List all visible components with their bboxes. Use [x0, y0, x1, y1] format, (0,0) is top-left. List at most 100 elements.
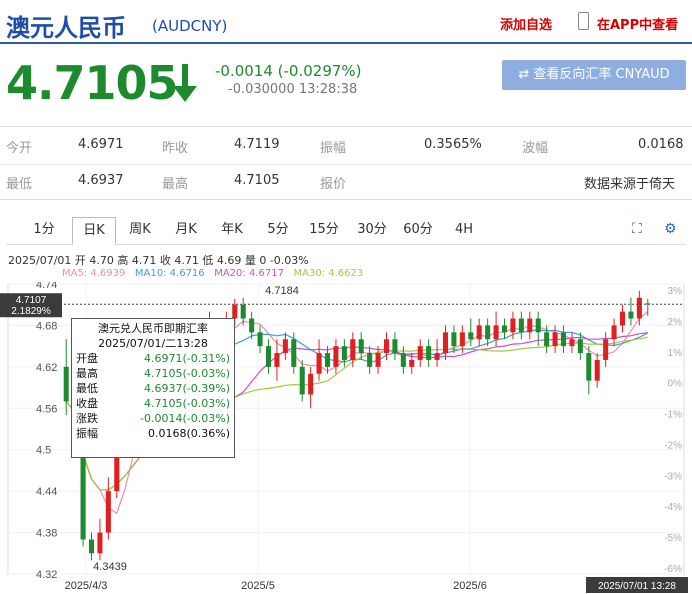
open-value: 4.6971: [78, 137, 124, 152]
candle-info-line: 2025/07/01 开 4.70 高 4.71 收 4.71 低 4.69 量…: [8, 254, 309, 267]
tab-monthly[interactable]: 月K: [166, 217, 206, 245]
candle-body: [265, 346, 272, 367]
candle-body: [560, 332, 567, 347]
currency-pair-name: 澳元人民币: [6, 14, 126, 42]
candle-body: [417, 346, 423, 360]
current-pct-label: 2.1829%: [11, 306, 51, 317]
min-label: 4.3439: [93, 561, 127, 573]
pct-tick-label: 3%: [668, 286, 683, 297]
pct-tick-label: 2%: [668, 317, 683, 328]
high-value: 4.7105: [234, 173, 280, 188]
view-in-app-link[interactable]: 在APP中查看: [597, 14, 678, 33]
tooltip-value: 4.6937(-0.39%): [144, 382, 230, 395]
candle-body: [367, 353, 373, 367]
candle-body: [409, 359, 415, 367]
candle-body: [341, 346, 347, 360]
candle-body: [527, 318, 533, 333]
quote-table: 今开 4.6971 昨收 4.7119 振幅 0.3565% 波幅 0.0168…: [0, 126, 692, 200]
period-tabs: 1分 日K 周K 月K 年K 5分 15分 30分 60分 4H ⛶ ⚙: [6, 217, 686, 245]
ma30-label: MA30: 4.6623: [293, 268, 364, 279]
candle-body: [636, 297, 642, 319]
low-label: 最低: [6, 177, 33, 192]
candle-body: [485, 325, 491, 340]
fullscreen-icon[interactable]: ⛶: [632, 221, 642, 237]
down-arrow-icon: [173, 64, 197, 102]
pct-tick-label: 1%: [668, 348, 683, 359]
candle-body: [358, 339, 364, 354]
ma-legend: MA5: 4.6939 MA10: 4.6716 MA20: 4.6717 MA…: [62, 268, 363, 279]
data-source: 数据来源于倚天: [584, 177, 676, 192]
tooltip-row: 涨跌 -0.0014(-0.03%): [76, 411, 230, 426]
current-price-label: 4.7107: [16, 295, 47, 306]
tooltip-date: 2025/07/01/二13:28: [98, 337, 208, 350]
ohlc-tooltip: 澳元兑人民币即期汇率 2025/07/01/二13:28 开盘 4.6971(-0…: [71, 318, 235, 458]
tooltip-key: 涨跌: [76, 412, 98, 425]
pct-tick-label: -6%: [664, 564, 682, 575]
candle-body: [510, 318, 516, 333]
tab-15min[interactable]: 15分: [304, 217, 344, 245]
prev-close-value: 4.7119: [234, 137, 280, 152]
candle-body: [518, 318, 524, 333]
candle-body: [594, 359, 600, 381]
tooltip-row: 收盘 4.7105(-0.03%): [76, 396, 230, 411]
candle-body: [383, 339, 390, 354]
tooltip-value: -0.0014(-0.03%): [140, 412, 230, 425]
candle-body: [63, 366, 69, 402]
tab-60min[interactable]: 60分: [398, 217, 438, 245]
candle-body: [577, 339, 583, 354]
candle-body: [628, 311, 634, 319]
ma5-label: MA5: 4.6939: [62, 268, 126, 279]
add-watchlist-link[interactable]: 添加自选: [500, 14, 552, 33]
candle-body: [316, 353, 322, 374]
currency-pair-code: (AUDCNY): [152, 17, 228, 35]
candle-body: [603, 339, 609, 360]
candle-body: [434, 353, 440, 360]
candle-body: [586, 353, 592, 381]
tab-weekly[interactable]: 周K: [120, 217, 160, 245]
tab-daily[interactable]: 日K: [72, 217, 116, 245]
candle-body: [232, 304, 238, 319]
candle-body: [476, 325, 482, 340]
pct-tick-label: -1%: [664, 410, 682, 421]
tab-30min[interactable]: 30分: [352, 217, 392, 245]
time-label: 2025/07/01 13:28: [598, 581, 676, 592]
tab-4h[interactable]: 4H: [444, 217, 484, 245]
candle-body: [308, 373, 314, 395]
candle-body: [291, 339, 297, 367]
candle-body: [392, 339, 398, 354]
wave-value: 0.0168: [638, 137, 684, 152]
tooltip-key: 开盘: [76, 352, 98, 365]
y-tick-label: 4.5: [36, 445, 51, 457]
candle-body: [611, 325, 617, 340]
x-tick-label: 2025/4/3: [65, 580, 108, 592]
tooltip-value: 4.7105(-0.03%): [144, 397, 230, 410]
settings-icon[interactable]: ⚙: [664, 221, 677, 237]
ma10-label: MA10: 4.6716: [134, 268, 205, 279]
candle-body: [299, 366, 305, 395]
candle-body: [324, 353, 331, 367]
candle-body: [97, 532, 103, 554]
candle-body: [493, 325, 499, 340]
candle-body: [569, 339, 575, 347]
y-tick-label: 4.32: [36, 569, 57, 581]
candle-body: [552, 332, 558, 347]
tooltip-row: 振幅 0.0168(0.36%): [76, 426, 230, 441]
candle-body: [274, 353, 280, 367]
price-change: -0.0014 (-0.0297%): [215, 62, 362, 80]
candle-body: [426, 346, 432, 360]
x-tick-label: 2025/5: [241, 580, 275, 592]
last-price: 4.7105: [6, 56, 179, 110]
candle-body: [459, 332, 465, 347]
candle-body: [105, 491, 111, 533]
candle-body: [451, 332, 457, 347]
tooltip-value: 4.6971(-0.31%): [144, 352, 230, 365]
candle-body: [400, 353, 406, 367]
candle-body: [501, 325, 508, 333]
reverse-rate-button[interactable]: ⇄ 查看反向汇率 CNYAUD: [502, 60, 686, 90]
tab-5min[interactable]: 5分: [258, 217, 298, 245]
pct-tick-label: -3%: [664, 471, 682, 482]
tooltip-key: 最高: [76, 367, 98, 380]
max-label: 4.7184: [265, 285, 299, 297]
tab-1min[interactable]: 1分: [24, 217, 64, 245]
tab-yearly[interactable]: 年K: [212, 217, 252, 245]
